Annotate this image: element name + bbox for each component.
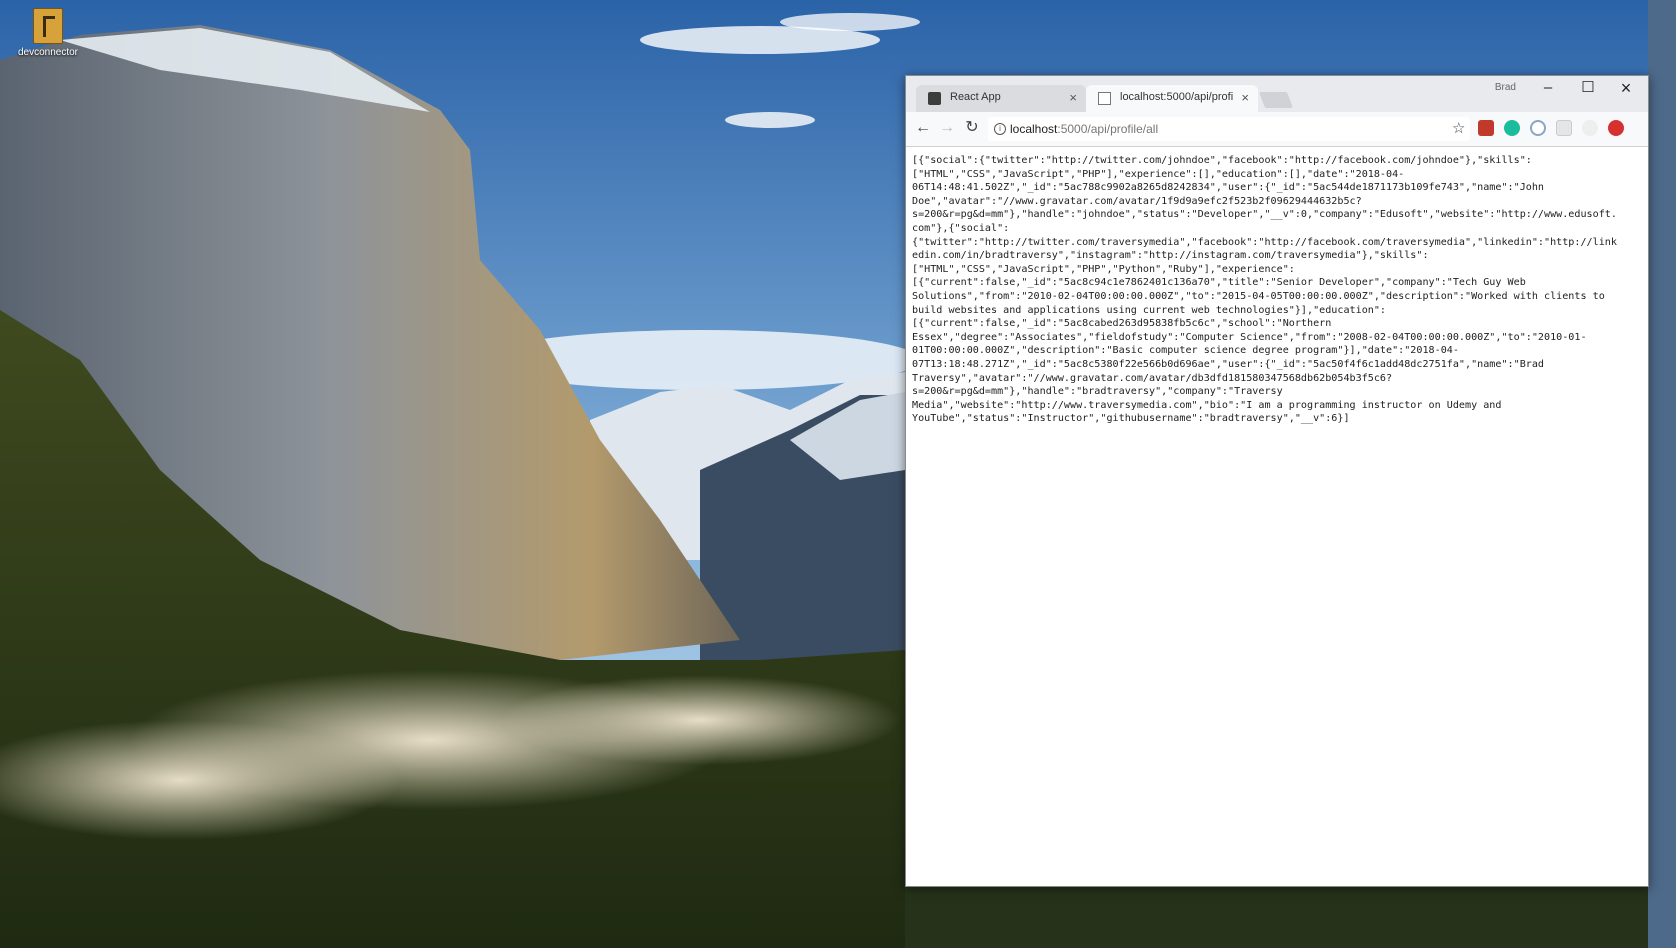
extension-grey-icon[interactable] [1582, 120, 1598, 136]
json-line: Media","website":"http://www.traversymed… [912, 399, 1502, 411]
forward-arrow-icon[interactable]: → [938, 119, 956, 137]
json-line: 07T13:18:48.271Z","_id":"5ac8c5380f22e56… [912, 358, 1545, 370]
tab-title: React App [950, 91, 1001, 103]
back-arrow-icon[interactable]: ← [914, 119, 932, 137]
close-window-button[interactable]: × [1608, 78, 1644, 100]
extension-square-icon[interactable] [1556, 120, 1572, 136]
profile-name[interactable]: Brad [1495, 82, 1516, 93]
reload-icon[interactable]: ↻ [963, 119, 981, 137]
tab-title: localhost:5000/api/profi [1120, 91, 1234, 103]
react-favicon-icon [928, 92, 941, 105]
browser-titlebar: React App × localhost:5000/api/profi × B… [906, 76, 1648, 112]
new-tab-button[interactable] [1259, 92, 1293, 108]
json-line: 01T00:00:00.000Z","description":"Basic c… [912, 345, 1459, 357]
extension-ring-icon[interactable] [1530, 120, 1546, 136]
json-line: s=200&r=pg&d=mm"},"handle":"bradtraversy… [912, 386, 1283, 398]
maximize-button[interactable]: ☐ [1570, 78, 1606, 100]
json-line: Doe","avatar":"//www.gravatar.com/avatar… [912, 195, 1362, 207]
json-line: [{"current":false,"_id":"5ac8cabed263d95… [912, 318, 1332, 330]
address-bar[interactable]: i localhost:5000/api/profile/all [988, 117, 1470, 141]
tab-close-icon[interactable]: × [1069, 90, 1077, 105]
tab-api-profile[interactable]: localhost:5000/api/profi × [1086, 85, 1258, 112]
extension-chart-icon[interactable] [1478, 120, 1494, 136]
bookmark-star-icon[interactable]: ☆ [1452, 119, 1465, 137]
json-line: Solutions","from":"2010-02-04T00:00:00.0… [912, 290, 1605, 302]
browser-window: React App × localhost:5000/api/profi × B… [905, 75, 1649, 887]
json-line: s=200&r=pg&d=mm"},"handle":"johndoe","st… [912, 209, 1617, 221]
extension-red-icon[interactable] [1608, 120, 1624, 136]
tab-close-icon[interactable]: × [1241, 90, 1249, 105]
json-line: {"twitter":"http://twitter.com/traversym… [912, 236, 1617, 248]
extension-circle-icon[interactable] [1504, 120, 1520, 136]
minimize-button[interactable]: – [1530, 78, 1566, 100]
url-host: localhost [1010, 122, 1058, 136]
json-line: build websites and applications using cu… [912, 304, 1387, 316]
json-line: com"},{"social": [912, 222, 1010, 234]
json-line: edin.com/in/bradtraversy","instagram":"h… [912, 250, 1429, 262]
json-line: Traversy","avatar":"//www.gravatar.com/a… [912, 372, 1393, 384]
folder-app-icon [33, 8, 63, 44]
url-path: :5000/api/profile/all [1057, 122, 1159, 136]
json-line: 06T14:48:41.502Z","_id":"5ac788c9902a826… [912, 182, 1545, 194]
desktop-shortcut-label: devconnector [17, 47, 79, 58]
json-line: [{"social":{"twitter":"http://twitter.co… [912, 155, 1532, 166]
json-line: ["HTML","CSS","JavaScript","PHP","Python… [912, 263, 1295, 275]
browser-toolbar: ← → ↻ i localhost:5000/api/profile/all ☆ [906, 112, 1648, 147]
info-icon[interactable]: i [994, 123, 1006, 135]
page-favicon-icon [1098, 92, 1111, 105]
json-line: Essex","degree":"Associates","fieldofstu… [912, 331, 1587, 343]
json-response-body: [{"social":{"twitter":"http://twitter.co… [912, 154, 1638, 874]
json-line: [{"current":false,"_id":"5ac8c94c1e78624… [912, 277, 1526, 289]
tab-react-app[interactable]: React App × [916, 85, 1086, 112]
json-line: YouTube","status":"Instructor","githubus… [912, 413, 1350, 425]
json-line: ["HTML","CSS","JavaScript","PHP"],"exper… [912, 168, 1405, 180]
desktop-shortcut-devconnector[interactable]: devconnector [16, 8, 80, 58]
